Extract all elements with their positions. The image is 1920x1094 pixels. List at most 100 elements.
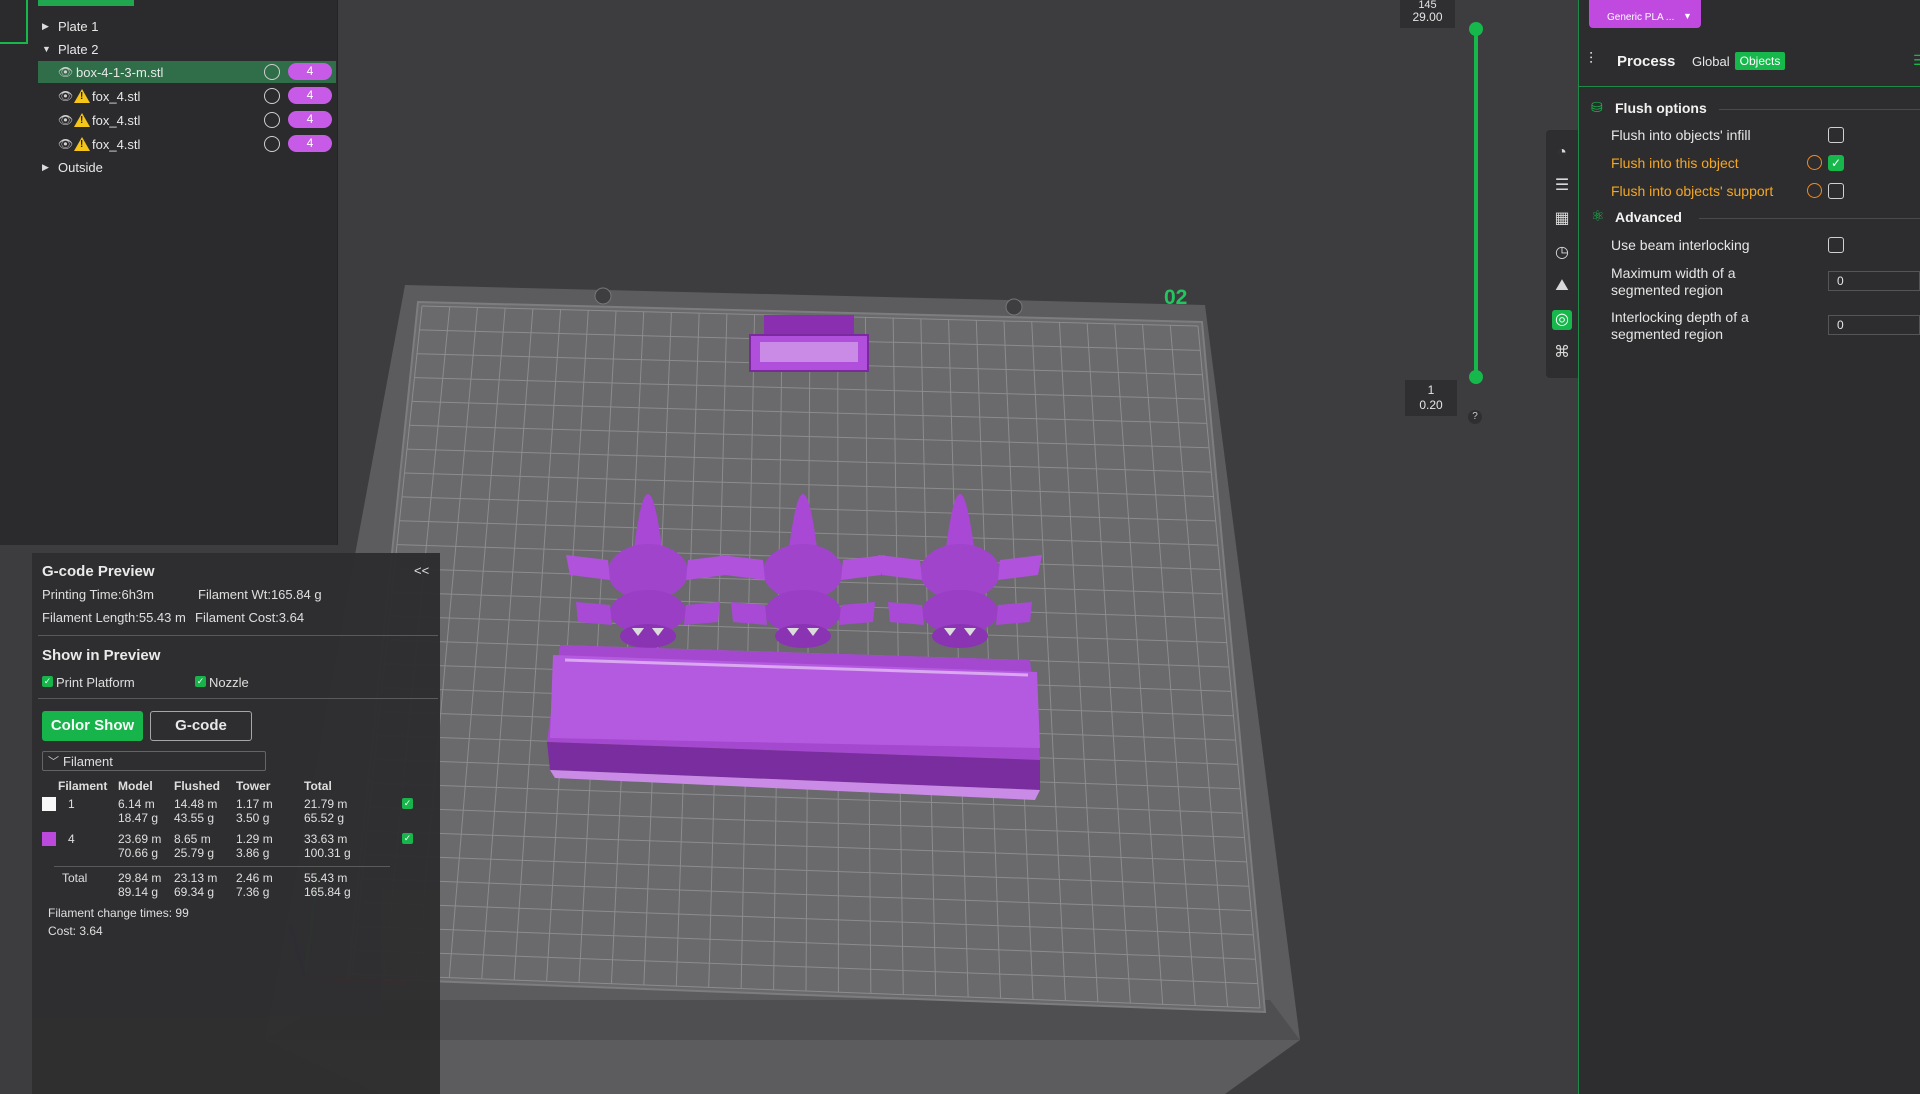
tree-label: Outside [58, 159, 103, 175]
collapse-panel-button[interactable]: << [414, 563, 429, 578]
flushed-weight: 43.55 g [174, 811, 215, 825]
color-painting-icon[interactable] [264, 136, 280, 152]
col-filament: Filament [58, 779, 108, 793]
slider-help-icon[interactable]: ? [1468, 410, 1482, 424]
filament-4-swatch [42, 832, 56, 846]
filament-dropdown-label: Filament [63, 754, 113, 769]
flush-infill-checkbox[interactable] [1828, 127, 1844, 143]
process-title: Process [1617, 53, 1676, 70]
gcode-preview-title: G-code Preview [42, 563, 155, 580]
beam-interlocking-label: Use beam interlocking [1611, 237, 1750, 253]
filament-chip[interactable]: Generic PLA ... ▼ [1589, 0, 1701, 28]
flush-object-checkbox[interactable]: ✓ [1828, 155, 1844, 171]
multimaterial-icon[interactable]: ⛰ [1552, 276, 1572, 296]
tab-global[interactable]: Global [1692, 54, 1730, 69]
model-weight: 70.66 g [118, 846, 159, 860]
warning-icon[interactable] [74, 137, 90, 151]
filament-4-visible-checkbox[interactable]: ✓ [402, 833, 413, 844]
flushed-length: 14.48 m [174, 797, 218, 811]
total-weight: 65.52 g [304, 811, 345, 825]
filament-badge[interactable]: 4 [288, 135, 332, 152]
menu-icon[interactable]: ☰ [1913, 52, 1920, 69]
tree-row-plate-1[interactable]: ▶ Plate 1 [42, 15, 332, 37]
filament-1-swatch [42, 797, 56, 811]
filament-badge[interactable]: 4 [288, 111, 332, 128]
beam-interlocking-checkbox[interactable] [1828, 237, 1844, 253]
section-divider [1699, 218, 1920, 219]
visibility-eye-icon[interactable]: 👁 [58, 137, 74, 151]
model-box[interactable] [547, 645, 1040, 800]
tree-row-box[interactable]: 👁 box-4-1-3-m.stl 4 [38, 61, 336, 83]
tower-length: 1.29 m [236, 832, 273, 846]
reset-icon[interactable] [1807, 183, 1822, 198]
tree-row-outside[interactable]: ▶ Outside [42, 156, 332, 178]
speed-icon[interactable]: ◷ [1552, 243, 1572, 263]
visibility-eye-icon[interactable]: 👁 [58, 113, 74, 127]
total-flushed-weight: 69.34 g [174, 885, 215, 899]
settings-panel: Generic PLA ... ▼ ⫶ Process Global Objec… [1578, 0, 1920, 1094]
print-platform-checkbox[interactable]: ✓ [42, 676, 53, 687]
top-layer-number: 145 [1418, 0, 1437, 11]
param-side-toolbar: ◔ ☰ ▦ ◷ ⛰ ◎ ⌘ [1546, 130, 1578, 378]
header-divider [1579, 86, 1920, 87]
reset-icon[interactable] [1807, 155, 1822, 170]
divider [54, 866, 390, 867]
visibility-eye-icon[interactable]: 👁 [58, 89, 74, 103]
filament-id: 4 [68, 832, 75, 846]
filament-badge[interactable]: 4 [288, 87, 332, 104]
quality-icon[interactable]: ◔ [1552, 143, 1572, 163]
advanced-atom-icon: ⚛ [1591, 208, 1605, 225]
warning-icon[interactable] [74, 89, 90, 103]
flush-options-title: Flush options [1615, 100, 1707, 116]
divider [38, 698, 438, 699]
visibility-eye-icon[interactable]: 👁 [58, 65, 74, 79]
flush-infill-label: Flush into objects' infill [1611, 127, 1751, 143]
show-in-preview-title: Show in Preview [42, 647, 161, 664]
support-icon[interactable]: ▦ [1552, 209, 1572, 229]
color-painting-icon[interactable] [264, 64, 280, 80]
col-tower: Tower [236, 779, 271, 793]
collapse-arrow-icon[interactable]: ▼ [42, 44, 52, 54]
filament-view-dropdown[interactable]: ﹀ Filament [42, 751, 266, 771]
expand-arrow-icon[interactable]: ▶ [42, 21, 52, 32]
tab-objects[interactable]: Objects [1735, 52, 1785, 70]
tree-row-fox-1[interactable]: 👁 fox_4.stl 4 [38, 85, 336, 107]
tree-row-plate-2[interactable]: ▼ Plate 2 [42, 38, 332, 60]
gcode-view-button[interactable]: G-code [150, 711, 252, 741]
color-painting-icon[interactable] [264, 88, 280, 104]
top-layer-height: 29.00 [1412, 10, 1443, 24]
color-painting-icon[interactable] [264, 112, 280, 128]
layer-slider-top-handle[interactable] [1469, 22, 1483, 36]
filament-cost: Filament Cost:3.64 [195, 610, 305, 625]
max-width-input[interactable]: 0 [1828, 271, 1920, 291]
flush-support-label: Flush into objects' support [1611, 183, 1774, 199]
interlock-depth-input[interactable]: 0 [1828, 315, 1920, 335]
left-edge-accent [0, 0, 28, 44]
model-small-box[interactable] [749, 315, 869, 372]
layer-slider-track[interactable] [1474, 29, 1478, 378]
layer-slider-bottom-handle[interactable] [1469, 370, 1483, 384]
total-model-weight: 89.14 g [118, 885, 159, 899]
tree-label: fox_4.stl [92, 88, 141, 104]
others-icon[interactable]: ◎ [1552, 310, 1572, 330]
flush-support-checkbox[interactable] [1828, 183, 1844, 199]
flush-options-icon: ⛁ [1591, 99, 1603, 115]
expand-arrow-icon[interactable]: ▶ [42, 162, 52, 173]
total-tower-length: 2.46 m [236, 871, 273, 885]
total-cost: Cost: 3.64 [48, 924, 103, 938]
printing-time: Printing Time:6h3m [42, 587, 154, 602]
filament-badge[interactable]: 4 [288, 63, 332, 80]
nozzle-checkbox[interactable]: ✓ [195, 676, 206, 687]
bottom-layer-number: 1 [1427, 383, 1435, 397]
tree-label: Plate 1 [58, 18, 99, 34]
object-list-panel: ▶ Plate 1 ▼ Plate 2 👁 box-4-1-3-m.stl 4 … [0, 0, 338, 545]
warning-icon[interactable] [74, 113, 90, 127]
color-show-button[interactable]: Color Show [42, 711, 143, 741]
strength-icon[interactable]: ☰ [1552, 176, 1572, 196]
total-model-length: 29.84 m [118, 871, 162, 885]
tree-row-fox-3[interactable]: 👁 fox_4.stl 4 [38, 133, 336, 155]
filament-1-visible-checkbox[interactable]: ✓ [402, 798, 413, 809]
command-icon[interactable]: ⌘ [1552, 343, 1572, 363]
flushed-length: 8.65 m [174, 832, 211, 846]
tree-row-fox-2[interactable]: 👁 fox_4.stl 4 [38, 109, 336, 131]
